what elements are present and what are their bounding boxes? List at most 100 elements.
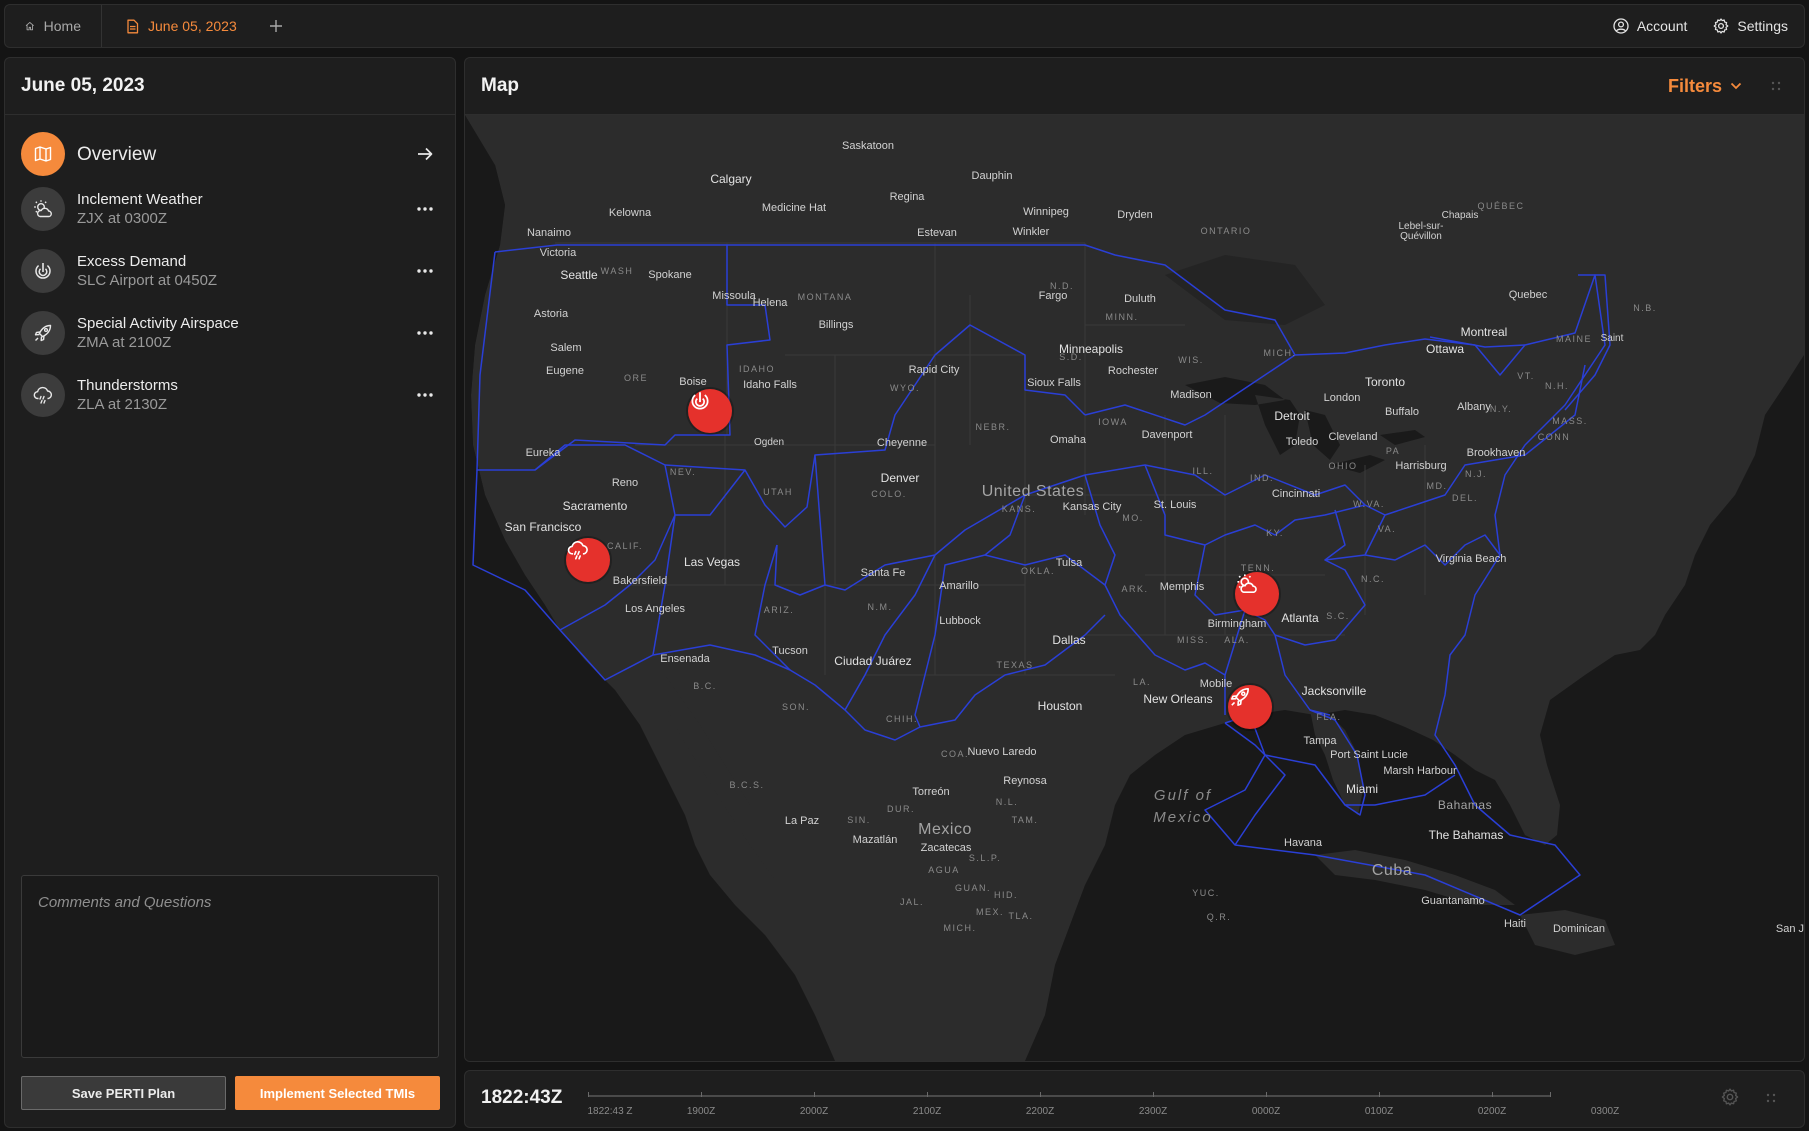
water-label-gulf: Gulf of Mexico [1153, 785, 1213, 829]
tab-plan[interactable]: June 05, 2023 [102, 5, 257, 47]
timeline-panel: 1822:43Z 1822:43 Z 1900Z 2000Z 2100Z 220… [464, 1070, 1805, 1128]
map-icon [21, 132, 65, 176]
drag-handle-icon[interactable] [1765, 1091, 1777, 1109]
region-label: UTAH [763, 487, 793, 497]
more-icon[interactable] [413, 259, 437, 283]
region-label: SON. [781, 702, 811, 712]
more-icon[interactable] [413, 197, 437, 221]
region-label: WYO. [890, 383, 920, 393]
region-label: KY. [1266, 528, 1284, 538]
city-label: Fargo [1038, 290, 1068, 302]
region-label: YUC. [1192, 888, 1220, 898]
region-label: MICH. [1263, 348, 1297, 358]
city-label: Birmingham [1207, 618, 1267, 630]
city-label: Virginia Beach [1435, 553, 1507, 565]
sidebar-item-inclement-weather[interactable]: Inclement Weather ZJX at 0300Z [21, 186, 441, 232]
timeline-track[interactable] [588, 1095, 1550, 1097]
region-label: MASS. [1552, 416, 1588, 426]
timeline-tick-label: 2000Z [799, 1106, 829, 1117]
sidebar-item-thunderstorms[interactable]: Thunderstorms ZLA at 2130Z [21, 372, 441, 418]
timeline-tick [1040, 1092, 1041, 1097]
power-target-icon [21, 249, 65, 293]
current-time: 1822:43Z [481, 1087, 563, 1108]
region-label: OKLA. [1020, 566, 1056, 576]
city-label: San Francisco [504, 520, 582, 534]
sidebar-item-excess-demand[interactable]: Excess Demand SLC Airport at 0450Z [21, 248, 441, 294]
region-label: VT. [1517, 371, 1535, 381]
save-plan-button[interactable]: Save PERTI Plan [21, 1076, 226, 1110]
comments-input[interactable] [21, 875, 439, 1058]
region-label: QUÉBEC [1477, 201, 1525, 211]
filters-dropdown[interactable]: Filters [1668, 76, 1742, 97]
city-label: La Paz [784, 815, 820, 827]
timeline-tick [814, 1092, 815, 1097]
city-label: Dryden [1117, 209, 1153, 221]
city-label: Dauphin [971, 170, 1013, 182]
sidebar-item-text: Thunderstorms ZLA at 2130Z [77, 376, 413, 415]
more-icon[interactable] [413, 383, 437, 407]
region-label: B.C.S. [729, 780, 765, 790]
city-label: Rochester [1107, 365, 1159, 377]
storm-cloud-icon [21, 373, 65, 417]
city-label: Denver [880, 471, 920, 485]
city-label: New Orleans [1143, 692, 1213, 706]
drag-handle-icon[interactable] [1768, 78, 1784, 94]
timeline-tick-label: 2300Z [1138, 1106, 1168, 1117]
city-label: Havana [1284, 837, 1322, 849]
country-label-cuba: Cuba [1371, 862, 1413, 879]
city-label: Victoria [539, 247, 577, 259]
country-label-us: United States [981, 483, 1085, 500]
plus-icon [269, 20, 282, 32]
gear-icon [1714, 18, 1729, 34]
region-label: LA. [1132, 677, 1152, 687]
country-label-bahamas: Bahamas [1437, 798, 1493, 812]
panel-title: June 05, 2023 [5, 58, 455, 115]
city-label: Cheyenne [876, 437, 928, 449]
city-label: Helena [752, 297, 788, 309]
region-label: S.L.P. [968, 853, 1002, 863]
region-label: MINN. [1105, 312, 1139, 322]
map-panel: Map Filters United States Mexico Cuba Ba… [464, 57, 1805, 1062]
inclement-weather-marker[interactable] [1235, 572, 1279, 616]
city-label: Cincinnati [1271, 488, 1321, 500]
city-label: Buffalo [1384, 406, 1420, 418]
timeline-tick [1550, 1092, 1551, 1097]
city-label: Sacramento [562, 499, 628, 513]
top-bar: Home June 05, 2023 Account Settings [4, 4, 1805, 48]
city-label: Winnipeg [1023, 206, 1069, 218]
city-label: Saskatoon [842, 140, 894, 152]
city-label: Regina [889, 191, 925, 203]
arrow-right-icon[interactable] [413, 142, 437, 166]
timeline-tick [927, 1092, 928, 1097]
thunderstorms-marker[interactable] [566, 538, 610, 582]
region-label: N.J. [1464, 469, 1488, 479]
city-label: Guantanamo [1421, 895, 1485, 907]
city-label: Haiti [1503, 918, 1527, 930]
excess-demand-marker[interactable] [688, 389, 732, 433]
account-link[interactable]: Account [1613, 18, 1687, 34]
region-label: TLA. [1008, 911, 1034, 921]
region-label: FLA. [1316, 712, 1342, 722]
implement-tmis-button[interactable]: Implement Selected TMIs [235, 1076, 440, 1110]
settings-link[interactable]: Settings [1713, 18, 1788, 34]
city-label: Las Vegas [683, 555, 741, 569]
region-label: N.C. [1361, 574, 1385, 584]
power-target-icon [691, 392, 709, 410]
city-label: Eureka [525, 447, 561, 459]
city-label: London [1323, 392, 1361, 404]
region-label: ONTARIO [1200, 226, 1252, 236]
add-tab-button[interactable] [261, 11, 291, 41]
map-canvas[interactable]: United States Mexico Cuba Bahamas The Ba… [465, 115, 1804, 1061]
region-label: MISS. [1176, 635, 1210, 645]
special-activity-marker[interactable] [1228, 685, 1272, 729]
sidebar-item-special-activity[interactable]: Special Activity Airspace ZMA at 2100Z [21, 310, 441, 356]
region-label: HID. [994, 890, 1018, 900]
sidebar-item-label: Inclement Weather [77, 190, 203, 208]
sidebar-item-overview[interactable]: Overview [21, 131, 441, 177]
tab-home[interactable]: Home [5, 5, 102, 47]
timeline-settings-button[interactable] [1721, 1088, 1739, 1111]
more-icon[interactable] [413, 321, 437, 345]
sidebar-item-label: Overview [77, 143, 157, 165]
region-label: SIN. [847, 815, 871, 825]
region-label: IND. [1250, 473, 1274, 483]
